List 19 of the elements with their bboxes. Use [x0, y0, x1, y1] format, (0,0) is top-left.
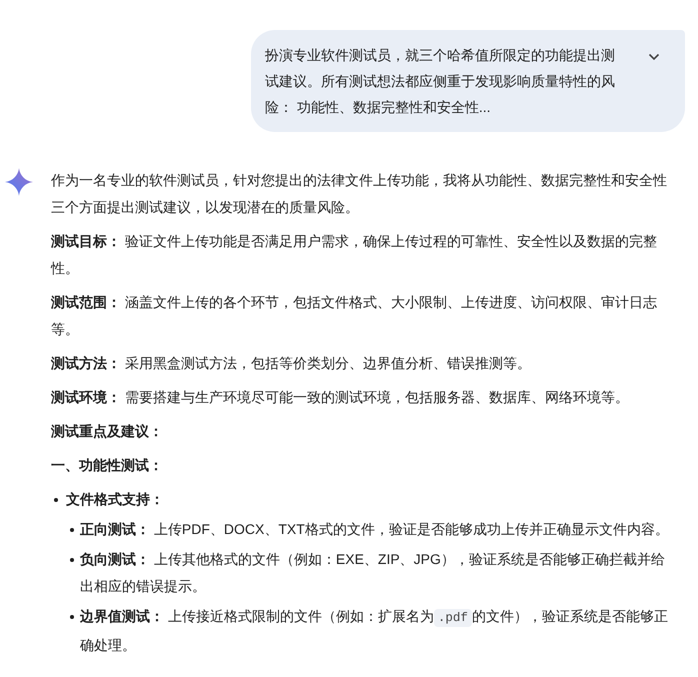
section-heading: 测试重点及建议：: [51, 422, 164, 441]
chevron-down-icon: [648, 53, 660, 61]
inline-code: .pdf: [434, 609, 472, 627]
list-item-text: 负向测试： 上传其他格式的文件（例如：EXE、ZIP、JPG），验证系统是否能够正确拦截并给出相应的错误提示。: [80, 550, 666, 596]
response-paragraph: 测试范围： 涵盖文件上传的各个环节，包括文件格式、大小限制、上传进度、访问权限、审计日志等。: [51, 293, 658, 339]
list-item-title: 文件格式支持：: [66, 490, 164, 509]
sparkle-icon: [5, 168, 33, 196]
response-paragraph: 测试环境： 需要搭建与生产环境尽可能一致的测试环境，包括服务器、数据库、网络环境等。: [51, 388, 630, 407]
bullet-icon: [70, 615, 74, 619]
response-paragraph: 测试方法： 采用黑盒测试方法，包括等价类划分、边界值分析、错误推测等。: [51, 354, 532, 373]
section-heading: 一、功能性测试：: [51, 456, 164, 475]
bullet-icon: [70, 558, 74, 562]
list-item-text: 正向测试： 上传PDF、DOCX、TXT格式的文件，验证是否能够成功上传并正确显示文件内容。: [80, 520, 669, 539]
user-message-text: 扮演专业软件测试员，就三个哈希值所限定的功能提出测试建议。所有测试想法都应侧重于发现影响质量特性的风险： 功能性、数据完整性和安全性...: [265, 46, 616, 117]
bullet-icon: [70, 528, 74, 532]
list-item-text: 边界值测试： 上传接近格式限制的文件（例如：扩展名为 .pdf 的文件），验证系统是否能够正确处理。: [80, 607, 669, 655]
response-paragraph: 测试目标： 验证文件上传功能是否满足用户需求，确保上传过程的可靠性、安全性以及数据的完整性。: [51, 232, 658, 278]
response-paragraph: 作为一名专业的软件测试员，针对您提出的法律文件上传功能，我将从功能性、数据完整性和安全性三个方面提出测试建议，以发现潜在的质量风险。: [51, 171, 668, 217]
bullet-icon: [54, 498, 58, 502]
